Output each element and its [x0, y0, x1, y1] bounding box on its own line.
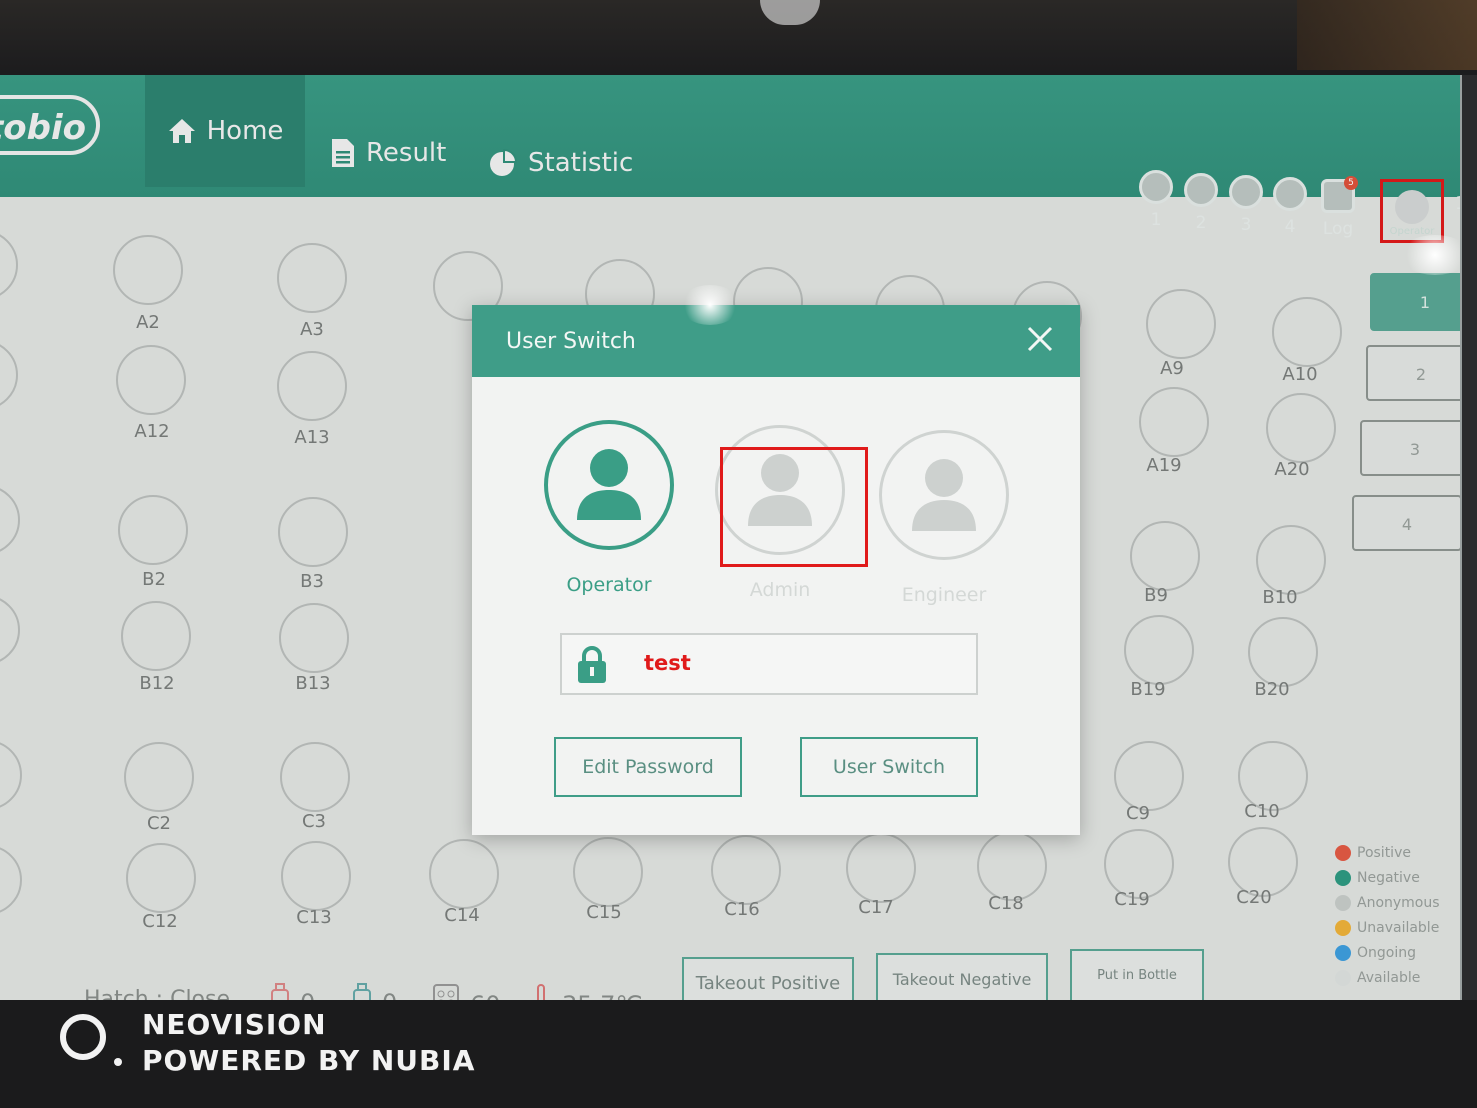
- admin-highlight-box: [720, 447, 868, 567]
- role-engineer[interactable]: Engineer: [864, 430, 1024, 606]
- watermark-line-1: NEOVISION: [142, 1008, 327, 1041]
- user-avatar-icon: [879, 430, 1009, 560]
- user-switch-dialog: User Switch Operator Admin Engineer test…: [472, 305, 1080, 835]
- role-label: Admin: [749, 579, 811, 601]
- screen-glare: [680, 285, 740, 325]
- close-icon[interactable]: [1022, 321, 1058, 357]
- role-label: Operator: [566, 574, 652, 596]
- watermark-logo-dot: [114, 1058, 122, 1066]
- watermark-line-2: POWERED BY NUBIA: [142, 1044, 476, 1077]
- dialog-header: User Switch: [472, 305, 1080, 377]
- password-field[interactable]: test: [560, 633, 978, 695]
- background-object: [760, 0, 820, 25]
- background-object: [1297, 0, 1477, 70]
- watermark-logo-icon: [60, 1014, 106, 1060]
- app-screen: tobio Home Result Statistic 1 2: [0, 75, 1463, 1005]
- screen-glare: [1400, 235, 1460, 275]
- role-operator[interactable]: Operator: [529, 420, 689, 596]
- edit-password-button[interactable]: Edit Password: [554, 737, 742, 797]
- monitor-bezel-top: [0, 0, 1477, 80]
- monitor-bezel-right: [1462, 75, 1477, 1005]
- role-label: Engineer: [901, 584, 987, 606]
- dialog-title: User Switch: [506, 329, 636, 354]
- user-avatar-icon: [544, 420, 674, 550]
- password-value: test: [644, 651, 691, 675]
- user-switch-button[interactable]: User Switch: [800, 737, 978, 797]
- lock-icon: [574, 645, 610, 689]
